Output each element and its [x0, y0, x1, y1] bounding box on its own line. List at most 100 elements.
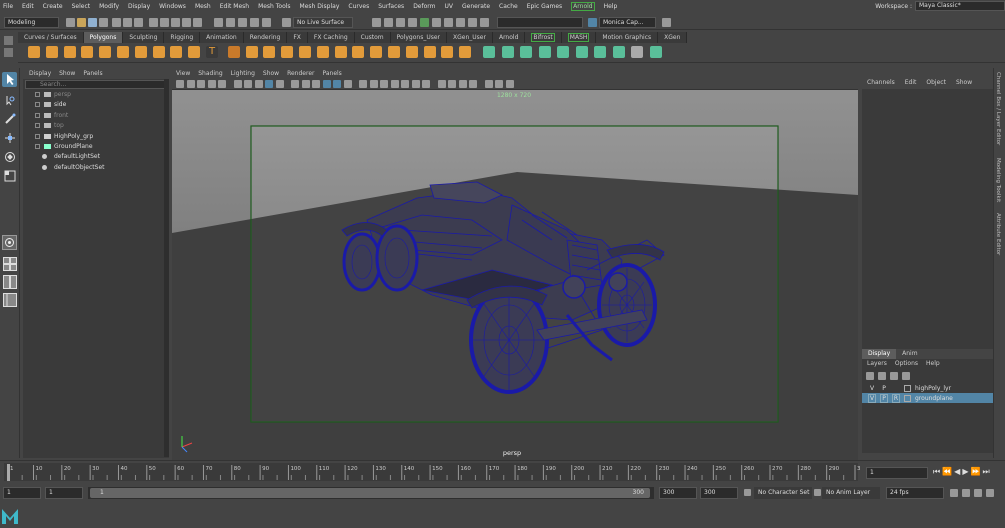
- menu-create[interactable]: Create: [43, 3, 63, 10]
- menu-arnold[interactable]: Arnold: [571, 2, 595, 11]
- layer-menu-help[interactable]: Help: [926, 360, 940, 369]
- outliner-menu-display[interactable]: Display: [29, 70, 51, 77]
- ambient-occlusion-icon[interactable]: [401, 80, 409, 88]
- channel-box-menu-object[interactable]: Object: [926, 79, 946, 86]
- current-frame-field[interactable]: 1: [866, 467, 928, 479]
- shelf-menu-icon[interactable]: [4, 48, 13, 57]
- layer-p-toggle[interactable]: P: [880, 385, 888, 392]
- step-forward-frame-icon[interactable]: ⏩: [970, 467, 980, 477]
- shelf-tab-fx-caching[interactable]: FX Caching: [308, 32, 355, 43]
- shelf-mirror-icon[interactable]: [316, 46, 329, 58]
- menu-mesh-tools[interactable]: Mesh Tools: [258, 3, 290, 10]
- channel-box-menu-edit[interactable]: Edit: [905, 79, 917, 86]
- shelf-tab-curves-surfaces[interactable]: Curves / Surfaces: [18, 32, 84, 43]
- outliner-menu-panels[interactable]: Panels: [83, 70, 102, 77]
- expand-icon[interactable]: [35, 123, 40, 129]
- layer-color-swatch[interactable]: [904, 384, 911, 392]
- shelf-tab-polygons[interactable]: Polygons: [83, 32, 124, 43]
- current-time-marker[interactable]: [7, 464, 10, 481]
- bookmarks-icon[interactable]: [197, 80, 205, 88]
- shelf-layout-uv-icon[interactable]: [612, 46, 625, 58]
- range-slider-handle[interactable]: 1 300: [90, 488, 650, 498]
- outliner-item[interactable]: defaultObjectSet: [23, 163, 169, 173]
- shelf-combine-uv-icon[interactable]: [483, 46, 495, 58]
- shelf-fill-hole-icon[interactable]: [334, 46, 347, 58]
- select-hierarchy-icon[interactable]: [112, 18, 121, 27]
- panel-menu-shading[interactable]: Shading: [198, 70, 222, 77]
- preferences-icon[interactable]: [986, 489, 994, 497]
- gate-mask-icon[interactable]: [275, 80, 284, 88]
- ipr-render-icon[interactable]: [384, 18, 393, 27]
- smooth-shade-icon[interactable]: [333, 80, 341, 88]
- menu-epic-games[interactable]: Epic Games: [527, 3, 562, 10]
- new-scene-icon[interactable]: [66, 18, 75, 27]
- step-back-frame-icon[interactable]: ◀: [954, 467, 960, 477]
- playback-start-field[interactable]: 1: [45, 487, 83, 499]
- rotate-tool-icon[interactable]: [4, 151, 16, 163]
- hypershade-icon[interactable]: [408, 18, 417, 27]
- auto-key-icon[interactable]: [962, 489, 970, 497]
- make-live-icon[interactable]: [282, 18, 291, 27]
- layer-name[interactable]: groundplane: [915, 395, 953, 402]
- selection-mask-icon[interactable]: [182, 18, 191, 27]
- color-management-icon[interactable]: [505, 80, 514, 88]
- exposure-icon[interactable]: [484, 80, 493, 88]
- render-frame-icon[interactable]: [372, 18, 381, 27]
- selection-mask-icon[interactable]: [160, 18, 169, 27]
- textured-icon[interactable]: [369, 80, 378, 88]
- shelf-tab-rigging[interactable]: Rigging: [164, 32, 201, 43]
- layer-name[interactable]: highPoly_lyr: [915, 385, 951, 392]
- outliner-item[interactable]: front: [23, 111, 169, 121]
- shelf-extrude-icon[interactable]: [352, 46, 365, 58]
- character-set-dropdown[interactable]: No Character Set: [754, 487, 812, 499]
- arnold-render-icon[interactable]: [420, 18, 429, 27]
- select-camera-icon[interactable]: [176, 80, 184, 88]
- shelf-tab-fx[interactable]: FX: [287, 32, 308, 43]
- shelf-torus-icon[interactable]: [99, 46, 112, 58]
- shelf-target-weld-icon[interactable]: [441, 46, 454, 58]
- playback-end-field[interactable]: 300: [659, 487, 697, 499]
- audio-icon[interactable]: [974, 489, 982, 497]
- use-all-lights-icon[interactable]: [380, 80, 388, 88]
- shelf-settings-icon[interactable]: [4, 36, 13, 45]
- snap-grid-icon[interactable]: [214, 18, 223, 27]
- image-plane-icon[interactable]: [207, 80, 216, 88]
- grid-icon[interactable]: [244, 80, 252, 88]
- outliner-scrollbar[interactable]: [164, 79, 169, 457]
- loop-icon[interactable]: [950, 489, 958, 497]
- menu-file[interactable]: File: [3, 3, 13, 10]
- shelf-tab-xgen-user[interactable]: XGen_User: [447, 32, 493, 43]
- expand-icon[interactable]: [35, 133, 40, 139]
- select-component-icon[interactable]: [134, 18, 143, 27]
- panel-menu-show[interactable]: Show: [263, 70, 279, 77]
- 2d-pan-zoom-icon[interactable]: [218, 80, 226, 88]
- safe-title-icon[interactable]: [312, 80, 320, 88]
- panel-menu-renderer[interactable]: Renderer: [287, 70, 314, 77]
- shelf-smooth-icon[interactable]: [281, 46, 294, 58]
- snap-point-icon[interactable]: [238, 18, 247, 27]
- camera-attributes-icon[interactable]: [186, 80, 195, 88]
- render-view-icon[interactable]: [432, 18, 441, 27]
- lasso-tool-icon[interactable]: [4, 95, 16, 107]
- selection-mask-icon[interactable]: [193, 18, 202, 27]
- menu-edit-mesh[interactable]: Edit Mesh: [220, 3, 249, 10]
- shelf-unfold-uv-icon[interactable]: [594, 46, 606, 58]
- expand-icon[interactable]: [35, 92, 40, 97]
- layer-tab-anim[interactable]: Anim: [896, 349, 923, 359]
- menu-deform[interactable]: Deform: [413, 3, 435, 10]
- menu-display[interactable]: Display: [128, 3, 150, 10]
- animation-start-field[interactable]: 1: [3, 487, 41, 499]
- time-slider[interactable]: 1 10 20 30 40 50 60 70 80 90 100 110 120 130 140 150 160…: [0, 460, 1005, 483]
- play-forward-icon[interactable]: ▶: [962, 467, 968, 477]
- shelf-bevel-edge-icon[interactable]: [459, 46, 472, 58]
- wireframe-on-shaded-icon[interactable]: [359, 80, 367, 88]
- layer-r-toggle[interactable]: R: [892, 393, 900, 403]
- expand-icon[interactable]: [35, 143, 40, 149]
- outliner-persp-layout-icon[interactable]: [3, 293, 17, 307]
- outliner-item[interactable]: side: [23, 100, 169, 110]
- shelf-tab-custom[interactable]: Custom: [355, 32, 391, 43]
- expand-icon[interactable]: [35, 112, 40, 118]
- layer-v-toggle[interactable]: V: [868, 385, 876, 392]
- two-pane-layout-icon[interactable]: [3, 275, 17, 289]
- shelf-tab-mash[interactable]: MASH: [562, 32, 597, 43]
